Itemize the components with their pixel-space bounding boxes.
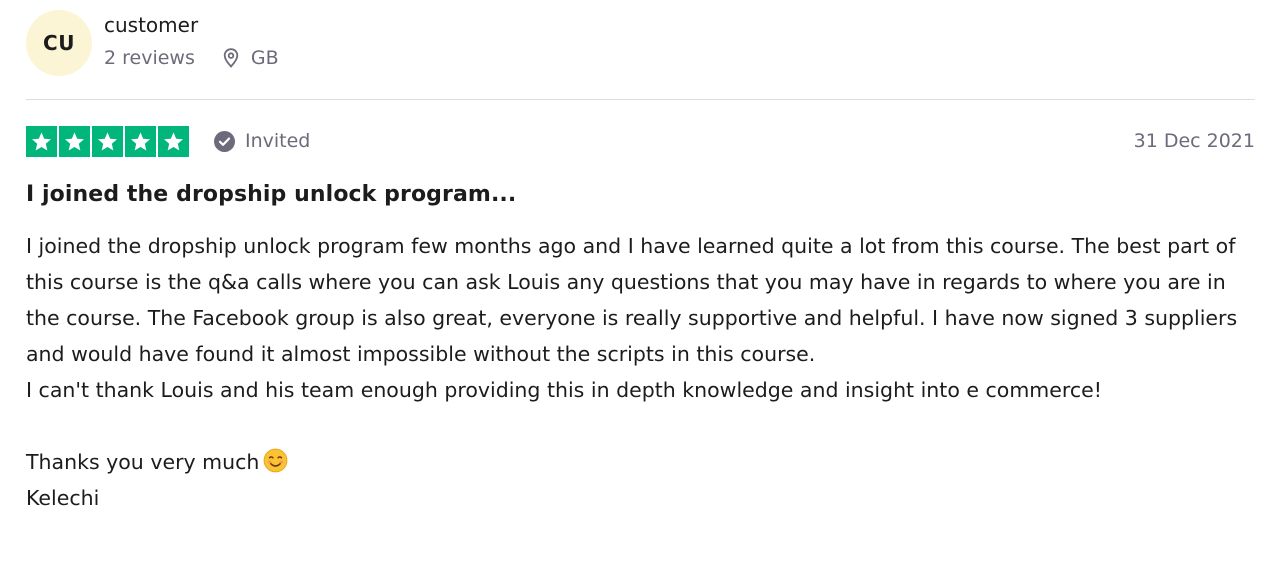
reviewer-header: CU customer 2 reviews GB [26, 10, 279, 76]
star-icon [26, 125, 57, 157]
invited-badge[interactable]: Invited [214, 130, 310, 152]
review-count: 2 reviews [104, 47, 195, 69]
invited-label: Invited [245, 130, 311, 152]
location-label: GB [250, 47, 279, 69]
location-pin-icon [223, 48, 239, 68]
location: GB [221, 47, 279, 69]
star-rating [26, 125, 189, 157]
review-body: I joined the dropship unlock program few… [26, 228, 1258, 516]
review-closing: Thanks you very much [26, 444, 1258, 480]
review-signature: Kelechi [26, 486, 100, 510]
avatar[interactable]: CU [26, 10, 92, 76]
review-title[interactable]: I joined the dropship unlock program... [26, 182, 516, 207]
reviewer-meta: 2 reviews GB [104, 47, 279, 69]
star-icon [158, 125, 189, 157]
review-date: 31 Dec 2021 [1133, 130, 1255, 152]
star-icon [92, 125, 123, 157]
reviewer-name[interactable]: customer [104, 12, 279, 38]
divider [26, 99, 1255, 100]
review-card: CU customer 2 reviews GB Invited 31 Dec … [0, 0, 1277, 569]
review-thanks: Thanks you very much [26, 450, 260, 474]
verified-check-icon [214, 130, 235, 152]
smiling-face-icon [264, 448, 288, 473]
star-icon [59, 125, 90, 157]
review-paragraph: I can't thank Louis and his team enough … [26, 378, 1102, 402]
star-icon [125, 125, 156, 157]
reviewer-info: customer 2 reviews GB [104, 10, 279, 69]
review-paragraph: I joined the dropship unlock program few… [26, 234, 1238, 366]
rating-row: Invited 31 Dec 2021 [26, 125, 1255, 157]
